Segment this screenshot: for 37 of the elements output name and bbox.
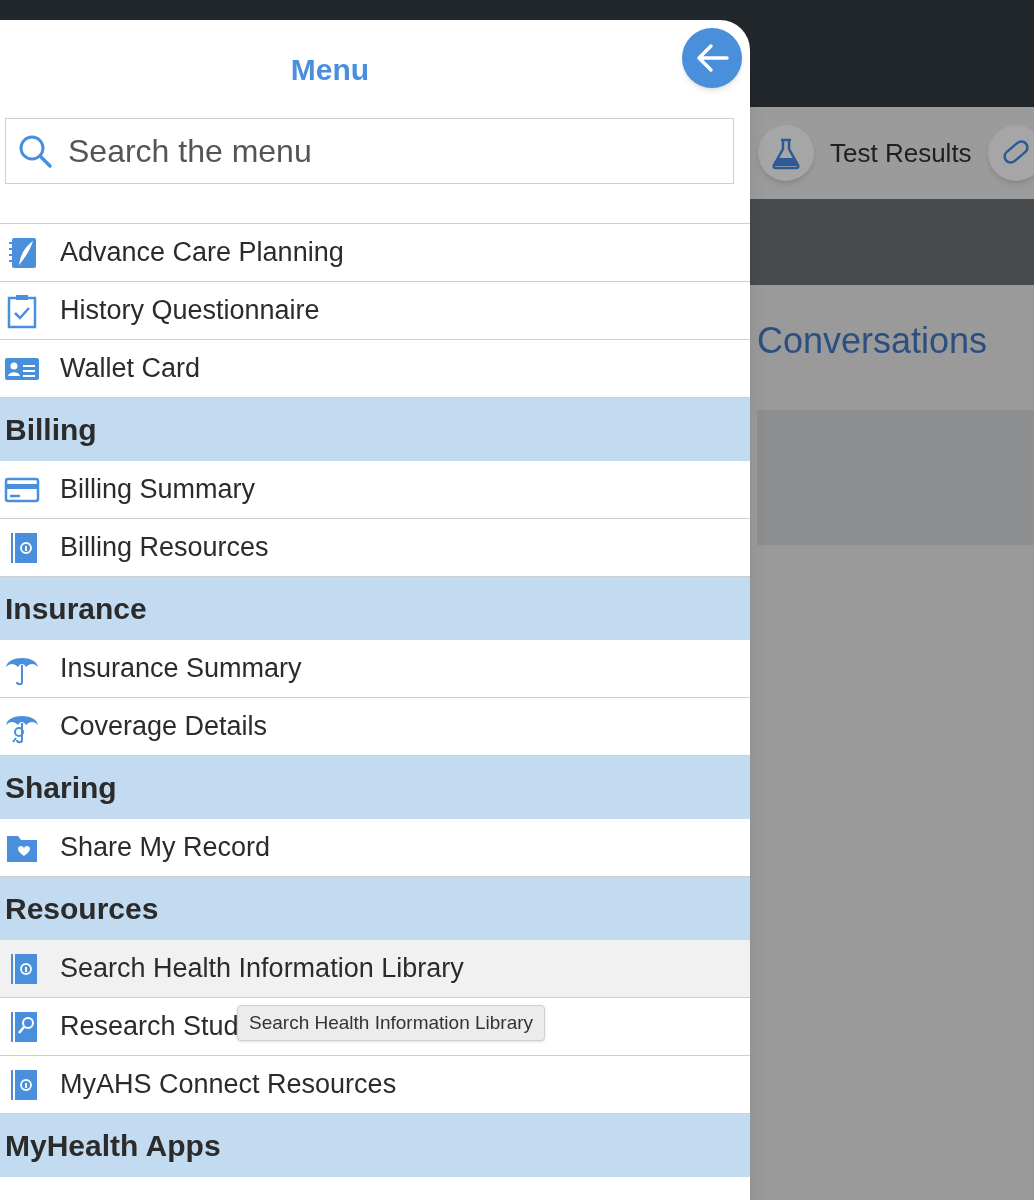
menu-item-label: Insurance Summary: [60, 652, 302, 686]
menu-item[interactable]: Wallet Card: [0, 340, 750, 398]
section-title: Insurance: [5, 591, 147, 627]
menu-item[interactable]: Search Health Information Library: [0, 940, 750, 998]
menu-item-label: Share My Record: [60, 831, 271, 865]
section-title: Resources: [5, 891, 159, 927]
menu-item-label: Advance Care Planning: [60, 236, 344, 270]
page-heading: Conversations: [757, 319, 989, 363]
quick-link-button[interactable]: [987, 125, 1034, 181]
section-title: Billing: [5, 412, 97, 448]
menu-item-label: Wallet Card: [60, 352, 201, 386]
menu-item-label: Billing Summary: [60, 473, 256, 507]
menu-item-label: Coverage Details: [60, 710, 268, 744]
quick-link-label[interactable]: Test Results: [830, 133, 972, 173]
menu-item[interactable]: Billing Resources: [0, 519, 750, 577]
menu-item[interactable]: Insurance Summary: [0, 640, 750, 698]
menu-item-label: Search Health Information Library: [60, 952, 464, 986]
flask-icon: [769, 136, 803, 170]
section-title: Sharing: [5, 770, 117, 806]
back-arrow-icon: [695, 43, 729, 73]
menu-item-label: Research Stud: [60, 1010, 239, 1044]
search-icon: [17, 133, 53, 169]
menu-item-label: MyAHS Connect Resources: [60, 1068, 397, 1102]
menu-item[interactable]: Coverage Details: [0, 698, 750, 756]
menu-title: Menu: [290, 51, 370, 88]
menu-item[interactable]: MyAHS Connect Resources: [0, 1056, 750, 1114]
search-field[interactable]: Search the menu: [5, 118, 734, 184]
menu-item[interactable]: Share My Record: [0, 819, 750, 877]
section-title: MyHealth Apps: [5, 1128, 221, 1164]
menu-item-label: History Questionnaire: [60, 294, 320, 328]
back-button[interactable]: [682, 28, 742, 88]
quick-link-button[interactable]: [758, 125, 814, 181]
menu-item[interactable]: Billing Summary: [0, 461, 750, 519]
tooltip: Search Health Information Library: [237, 1005, 546, 1041]
menu-item[interactable]: Advance Care Planning: [0, 224, 750, 282]
menu-item-label: Billing Resources: [60, 531, 269, 565]
menu-item[interactable]: History Questionnaire: [0, 282, 750, 340]
